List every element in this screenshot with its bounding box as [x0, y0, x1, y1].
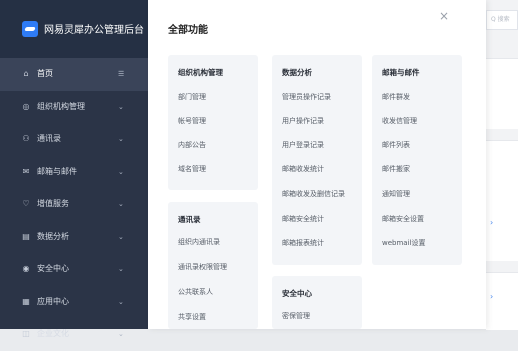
menu-item[interactable]: 邮件搬家 [382, 164, 410, 174]
security-icon: ◉ [22, 264, 30, 273]
background-card [486, 272, 518, 330]
menu-item[interactable]: 共享设置 [178, 312, 206, 322]
sidebar-item[interactable]: ♡ 增值服务 ⌄ [0, 188, 148, 221]
group-analytics: 数据分析 管理员操作记录 用户操作记录 用户登录记录 邮箱收发统计 邮箱收发及删… [272, 55, 362, 265]
chevron-right-icon[interactable]: › [490, 292, 493, 301]
sidebar-item-label: 邮箱与邮件 [37, 166, 77, 176]
menu-item[interactable]: 邮箱收发及删信记录 [282, 189, 345, 199]
sidebar-item-label: 增值服务 [37, 199, 69, 208]
group-title-security: 安全中心 [282, 289, 312, 298]
culture-icon: ◫ [22, 329, 30, 338]
menu-item[interactable]: webmail设置 [382, 238, 425, 248]
group-mail: 邮箱与邮件 邮件群发 收发信管理 邮件列表 邮件搬家 通知管理 邮箱安全设置 w… [372, 55, 462, 265]
group-org: 组织机构管理 部门管理 帐号管理 内部公告 域名管理 [168, 55, 258, 190]
menu-item[interactable]: 密保管理 [282, 311, 310, 321]
sidebar-item-label: 组织机构管理 [37, 101, 85, 111]
chevron-down-icon[interactable]: ⌄ [118, 188, 124, 221]
sidebar-item-label: 首页 [37, 69, 53, 78]
value-added-icon: ♡ [22, 199, 30, 208]
sidebar: 网易灵犀办公管理后台 ⌂ 首页 ☰ ◎ 组织机构管理 ⌄ ⚇ 通讯录 ⌄ ✉ 邮箱与邮件 ⌄ ♡ 增值服务… [0, 0, 148, 338]
contacts-icon: ⚇ [22, 134, 30, 143]
menu-item[interactable]: 邮箱报表统计 [282, 238, 324, 248]
chevron-down-icon[interactable]: ⌄ [118, 156, 124, 189]
sidebar-item-label: 数据分析 [37, 231, 69, 241]
menu-item[interactable]: 公共联系人 [178, 287, 213, 297]
sidebar-item-label: 通讯录 [37, 134, 61, 143]
sidebar-item[interactable]: ◎ 组织机构管理 ⌄ [0, 91, 148, 124]
menu-item[interactable]: 邮件列表 [382, 140, 410, 150]
all-features-panel: 全部功能 × 组织机构管理 部门管理 帐号管理 内部公告 域名管理 通讯录 组织… [148, 0, 486, 329]
close-icon[interactable]: × [438, 10, 450, 22]
group-title-analytics: 数据分析 [282, 68, 312, 77]
chevron-down-icon[interactable]: ⌄ [118, 318, 124, 351]
menu-item[interactable]: 收发信管理 [382, 116, 417, 126]
menu-item[interactable]: 帐号管理 [178, 116, 206, 126]
group-title-mail: 邮箱与邮件 [382, 68, 420, 77]
menu-item[interactable]: 组织内通讯录 [178, 237, 220, 247]
sidebar-item[interactable]: ▦ 应用中心 ⌄ [0, 286, 148, 319]
menu-item[interactable]: 通知管理 [382, 189, 410, 199]
menu-item[interactable]: 通讯录权限管理 [178, 262, 227, 272]
sidebar-item-label: 安全中心 [37, 264, 69, 273]
chevron-down-icon[interactable]: ⌄ [118, 123, 124, 156]
menu-item[interactable]: 域名管理 [178, 164, 206, 174]
panel-title: 全部功能 [168, 25, 208, 36]
menu-item[interactable]: 管理员操作记录 [282, 92, 331, 102]
chevron-down-icon[interactable]: ⌄ [118, 253, 124, 286]
home-icon: ⌂ [23, 69, 29, 78]
menu-item[interactable]: 邮箱安全设置 [382, 214, 424, 224]
chevron-down-icon[interactable]: ⌄ [118, 221, 124, 254]
app-title: 网易灵犀办公管理后台 [44, 25, 144, 36]
background-card [486, 58, 518, 129]
sidebar-nav: ⌂ 首页 ☰ ◎ 组织机构管理 ⌄ ⚇ 通讯录 ⌄ ✉ 邮箱与邮件 ⌄ ♡ 增值服务 ⌄ ▤ 数据分析 ⌄ ◉ 安全中… [0, 58, 148, 351]
menu-icon[interactable]: ☰ [118, 58, 124, 91]
group-title-contacts: 通讯录 [178, 215, 201, 224]
group-title-org: 组织机构管理 [178, 68, 223, 77]
mail-icon: ✉ [22, 166, 30, 176]
sidebar-item[interactable]: ▤ 数据分析 ⌄ [0, 221, 148, 254]
sidebar-item[interactable]: ✉ 邮箱与邮件 ⌄ [0, 156, 148, 189]
menu-item[interactable]: 邮箱安全统计 [282, 214, 324, 224]
menu-item[interactable]: 用户操作记录 [282, 116, 324, 126]
sidebar-item[interactable]: ⌂ 首页 ☰ [0, 58, 148, 91]
menu-item[interactable]: 部门管理 [178, 92, 206, 102]
background-card [486, 140, 518, 261]
chevron-down-icon[interactable]: ⌄ [118, 286, 124, 319]
sidebar-item[interactable]: ◉ 安全中心 ⌄ [0, 253, 148, 286]
background-search-input[interactable]: Q 搜索 [486, 10, 518, 30]
group-contacts: 通讯录 组织内通讯录 通讯录权限管理 公共联系人 共享设置 [168, 202, 258, 329]
brand-header: 网易灵犀办公管理后台 [0, 0, 148, 58]
menu-item[interactable]: 邮件群发 [382, 92, 410, 102]
menu-item[interactable]: 用户登录记录 [282, 140, 324, 150]
menu-item[interactable]: 邮箱收发统计 [282, 164, 324, 174]
sidebar-item-label: 企业文化 [37, 329, 69, 338]
sidebar-item[interactable]: ⚇ 通讯录 ⌄ [0, 123, 148, 156]
sidebar-item-label: 应用中心 [37, 296, 69, 306]
app-logo-icon [22, 21, 38, 37]
menu-item[interactable]: 内部公告 [178, 140, 206, 150]
apps-icon: ▦ [22, 296, 30, 306]
analytics-icon: ▤ [22, 231, 30, 241]
chevron-down-icon[interactable]: ⌄ [118, 91, 124, 124]
group-security: 安全中心 密保管理 [272, 276, 362, 329]
sidebar-item[interactable]: ◫ 企业文化 ⌄ [0, 318, 148, 351]
chevron-right-icon[interactable]: › [490, 218, 493, 227]
org-icon: ◎ [22, 101, 30, 111]
